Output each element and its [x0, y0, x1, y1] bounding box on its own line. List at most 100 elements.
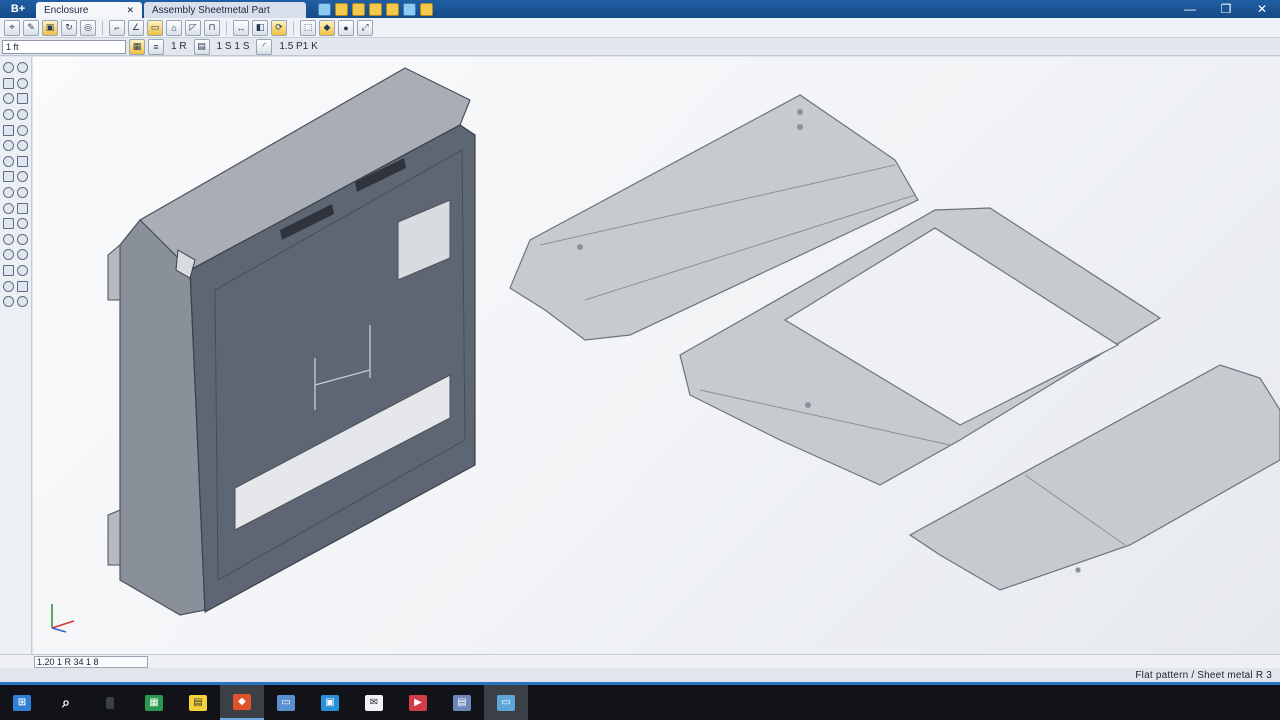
presentation-app-icon[interactable]: ▶ — [396, 685, 440, 720]
tool-icon[interactable] — [3, 171, 14, 183]
document-tab-label: Assembly Sheetmetal Part — [152, 4, 270, 16]
tool-icon[interactable] — [3, 202, 14, 214]
redo-icon[interactable] — [386, 2, 399, 16]
tab-icon[interactable]: ⊓ — [204, 19, 220, 36]
notes-app-icon[interactable]: ▤ — [176, 685, 220, 720]
display-style-icon[interactable]: ◆ — [319, 19, 335, 36]
revolve-icon[interactable]: ↻ — [61, 19, 77, 36]
graphics-viewport[interactable] — [33, 57, 1280, 654]
coordinate-readout: 1.20 1 R 34 1 8 — [34, 655, 148, 668]
tool-icon[interactable] — [3, 155, 14, 167]
tool-icon[interactable] — [17, 109, 28, 121]
document-tab-assembly[interactable]: Assembly Sheetmetal Part — [144, 2, 306, 18]
tool-icon[interactable] — [17, 93, 28, 105]
thickness-input[interactable]: 1 ft — [2, 39, 126, 54]
new-file-icon[interactable] — [352, 2, 365, 16]
close-tab-icon[interactable]: ✕ — [126, 5, 134, 16]
tool-icon[interactable] — [17, 202, 28, 214]
tool-icon[interactable] — [17, 265, 28, 277]
toolbar-divider — [226, 20, 227, 35]
search-icon[interactable]: ⌕ — [44, 685, 88, 720]
os-taskbar: ⊞ ⌕ ▦ ▤ ◆ ▭ ▣ ✉ ▶ ▤ ▭ — [0, 685, 1280, 720]
print-icon[interactable] — [403, 2, 416, 16]
title-bar: B+ Enclosure ✕ Assembly Sheetmetal Part … — [0, 0, 1280, 18]
tool-icon[interactable] — [17, 140, 28, 152]
tool-icon[interactable] — [17, 249, 28, 261]
tool-icon[interactable] — [17, 280, 28, 292]
property-label: 1 R — [171, 41, 187, 52]
bend-icon[interactable]: ∠ — [128, 19, 144, 36]
tool-icon[interactable] — [3, 218, 14, 230]
property-label: 1.5 P1 K — [279, 41, 318, 52]
tool-icon[interactable] — [3, 140, 14, 152]
toolbar-divider — [293, 20, 294, 35]
mail-app-icon[interactable]: ✉ — [352, 685, 396, 720]
appearance-icon[interactable]: ● — [338, 19, 354, 36]
tool-icon[interactable] — [17, 77, 28, 89]
tool-icon[interactable] — [17, 218, 28, 230]
minimize-button[interactable]: — — [1172, 0, 1208, 18]
task-view-icon[interactable] — [88, 685, 132, 720]
window-controls: — ❐ ✕ — [1172, 0, 1280, 18]
tool-icon[interactable] — [17, 124, 28, 136]
sheet-metal-flange-icon[interactable]: ⌐ — [109, 19, 125, 36]
close-button[interactable]: ✕ — [1244, 0, 1280, 18]
tool-icon[interactable] — [17, 233, 28, 245]
document-tab-label: Enclosure — [44, 4, 89, 16]
undo-icon[interactable] — [369, 2, 382, 16]
zoom-fit-icon[interactable]: ⤢ — [357, 19, 373, 36]
spreadsheet-app-icon[interactable]: ▦ — [132, 685, 176, 720]
monitor-app-icon[interactable]: ▭ — [484, 685, 528, 720]
file-explorer-icon[interactable]: ▭ — [264, 685, 308, 720]
tool-icon[interactable] — [17, 155, 28, 167]
tool-icon[interactable] — [3, 249, 14, 261]
gauge-table-icon[interactable]: ▤ — [193, 38, 210, 55]
app-logo[interactable]: B+ — [0, 0, 36, 18]
windows-start-icon[interactable]: ⊞ — [0, 685, 44, 720]
tool-icon[interactable] — [3, 296, 14, 308]
save-icon[interactable] — [318, 2, 331, 16]
toolbar-divider — [102, 20, 103, 35]
measure-icon[interactable]: ↔ — [233, 19, 249, 36]
maximize-button[interactable]: ❐ — [1208, 0, 1244, 18]
tool-icon[interactable] — [3, 233, 14, 245]
tool-icon[interactable] — [3, 77, 14, 89]
sketch-icon[interactable]: ✎ — [23, 19, 39, 36]
left-tool-strip — [0, 57, 32, 654]
documents-app-icon[interactable]: ▤ — [440, 685, 484, 720]
tool-icon[interactable] — [17, 296, 28, 308]
status-bar: 1.20 1 R 34 1 8 — [0, 654, 1280, 668]
options-icon[interactable] — [420, 2, 433, 16]
tool-icon[interactable] — [3, 124, 14, 136]
cad-application-window: B+ Enclosure ✕ Assembly Sheetmetal Part … — [0, 0, 1280, 720]
extrude-icon[interactable]: ▣ — [42, 19, 58, 36]
tool-icon[interactable] — [3, 265, 14, 277]
rebuild-icon[interactable]: ⟳ — [271, 19, 287, 36]
tool-icon[interactable] — [17, 171, 28, 183]
view-orientation-icon[interactable]: ⬚ — [300, 19, 316, 36]
material-icon[interactable]: ▦ — [129, 38, 145, 55]
document-tab-enclosure[interactable]: Enclosure ✕ — [36, 2, 142, 18]
hole-icon[interactable]: ◎ — [80, 19, 96, 36]
layer-icon[interactable]: ≡ — [148, 38, 164, 55]
fold-icon[interactable]: ⌂ — [166, 19, 182, 36]
section-view-icon[interactable]: ◧ — [252, 19, 268, 36]
coordinate-triad-icon — [51, 604, 75, 633]
open-folder-icon[interactable] — [335, 2, 348, 16]
status-message: Flat pattern / Sheet metal R 3 — [1135, 669, 1272, 681]
tool-icon[interactable] — [3, 109, 14, 121]
bend-radius-icon[interactable]: ◜ — [256, 38, 273, 55]
store-app-icon[interactable]: ▣ — [308, 685, 352, 720]
tool-icon[interactable] — [3, 187, 14, 199]
cad-app-icon[interactable]: ◆ — [220, 685, 264, 720]
tool-icon[interactable] — [17, 62, 28, 74]
unfold-icon[interactable]: ▭ — [147, 19, 163, 36]
tool-icon[interactable] — [3, 93, 14, 105]
folded-enclosure-part[interactable] — [107, 67, 476, 616]
tool-icon[interactable] — [17, 187, 28, 199]
select-tool-icon[interactable]: ⌖ — [4, 19, 20, 36]
ribbon-toolbar: ⌖ ✎ ▣ ↻ ◎ ⌐ ∠ ▭ ⌂ ◸ ⊓ ↔ ◧ ⟳ ⬚ ◆ ● ⤢ — [0, 18, 1280, 38]
tool-icon[interactable] — [3, 62, 14, 74]
tool-icon[interactable] — [3, 280, 14, 292]
corner-relief-icon[interactable]: ◸ — [185, 19, 201, 36]
